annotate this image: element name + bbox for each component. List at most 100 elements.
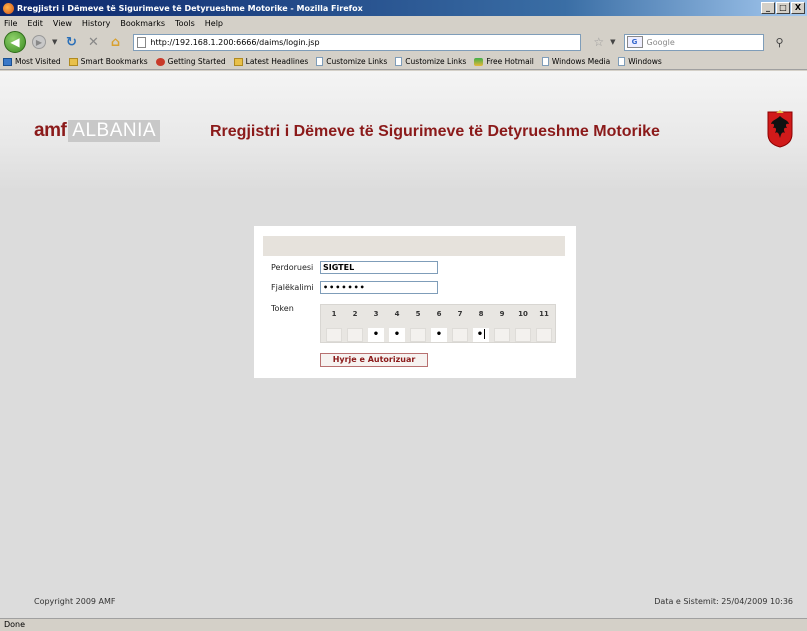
back-icon[interactable]: ◀ — [4, 31, 26, 53]
bookmark-customize-links-1[interactable]: Customize Links — [316, 57, 387, 66]
token-cell-3[interactable]: • — [368, 328, 384, 342]
page-title: Rregjistri i Dëmeve të Sigurimeve të Det… — [210, 123, 660, 140]
bookmark-label: Most Visited — [15, 57, 61, 66]
token-grid: 1 2 3 4 5 6 7 8 9 10 11 • • • • — [320, 304, 556, 343]
bookmark-windows[interactable]: Windows — [618, 57, 662, 66]
text-cursor — [484, 329, 486, 339]
bookmark-most-visited[interactable]: Most Visited — [3, 57, 61, 66]
close-button[interactable]: X — [791, 2, 805, 14]
token-cell-11[interactable] — [536, 328, 552, 342]
folder-icon — [68, 57, 78, 66]
token-cell-10[interactable] — [515, 328, 531, 342]
page-icon — [618, 57, 626, 66]
token-cell-1[interactable] — [326, 328, 342, 342]
password-label: Fjalëkalimi — [271, 283, 314, 292]
search-input[interactable]: G Google — [623, 33, 764, 51]
token-cell-5[interactable] — [410, 328, 426, 342]
home-icon[interactable]: ⌂ — [107, 35, 123, 50]
username-label: Perdoruesi — [271, 263, 314, 272]
username-input[interactable] — [320, 261, 438, 274]
bookmarks-toolbar: Most Visited Smart Bookmarks Getting Sta… — [0, 54, 807, 70]
password-input[interactable] — [320, 281, 438, 294]
token-position-label: 9 — [499, 310, 505, 318]
page-icon — [316, 57, 324, 66]
logo-amf: amf — [34, 120, 67, 141]
token-position-label: 10 — [518, 310, 528, 318]
window-title: Rregjistri i Dëmeve të Sigurimeve të Det… — [17, 3, 363, 13]
login-form: Perdoruesi Fjalëkalimi Token 1 2 3 4 5 6… — [254, 226, 576, 378]
authorized-login-button[interactable]: Hyrje e Autorizuar — [320, 353, 428, 367]
token-cell-4[interactable]: • — [389, 328, 405, 342]
status-bar: Done — [0, 618, 807, 631]
bookmark-label: Getting Started — [167, 57, 226, 66]
menu-tools[interactable]: Tools — [175, 19, 195, 28]
bookmark-free-hotmail[interactable]: Free Hotmail — [474, 57, 534, 66]
bookmark-label: Windows — [628, 57, 662, 66]
bookmark-label: Customize Links — [405, 57, 467, 66]
menu-view[interactable]: View — [53, 19, 72, 28]
token-cell-9[interactable] — [494, 328, 510, 342]
logo-albania: ALBANIA — [68, 120, 161, 142]
forward-icon[interactable]: ▶ — [32, 35, 46, 49]
bookmark-windows-media[interactable]: Windows Media — [541, 57, 611, 66]
bookmark-smart-bookmarks[interactable]: Smart Bookmarks — [68, 57, 148, 66]
msn-icon — [474, 57, 484, 66]
page-header: amf ALBANIA Rregjistri i Dëmeve të Sigur… — [0, 71, 807, 191]
token-position-label: 2 — [352, 310, 358, 318]
token-position-label: 4 — [394, 310, 400, 318]
navigation-toolbar: ◀ ▶ ▼ ↻ ✕ ⌂ http://192.168.1.200:6666/da… — [0, 30, 807, 54]
token-position-label: 6 — [436, 310, 442, 318]
bookmark-label: Customize Links — [326, 57, 388, 66]
albania-emblem-icon — [767, 110, 793, 148]
token-cell-7[interactable] — [452, 328, 468, 342]
url-dropdown-icon[interactable]: ▼ — [610, 38, 615, 46]
token-position-label: 1 — [331, 310, 337, 318]
login-form-header — [263, 236, 565, 256]
most-visited-icon — [3, 57, 12, 66]
menu-edit[interactable]: Edit — [27, 19, 43, 28]
firefox-icon — [3, 2, 14, 14]
stop-icon[interactable]: ✕ — [85, 35, 101, 50]
bookmark-getting-started[interactable]: Getting Started — [155, 57, 226, 66]
search-icon[interactable]: ⚲ — [776, 36, 784, 49]
menu-bookmarks[interactable]: Bookmarks — [120, 19, 165, 28]
bookmark-star-icon[interactable]: ☆ — [593, 35, 604, 49]
bookmark-label: Free Hotmail — [486, 57, 534, 66]
history-dropdown-icon[interactable]: ▼ — [52, 38, 57, 46]
minimize-button[interactable]: _ — [761, 2, 775, 14]
token-cell-6[interactable]: • — [431, 328, 447, 342]
window-controls: _ □ X — [761, 2, 805, 14]
menu-help[interactable]: Help — [205, 19, 223, 28]
token-position-label: 3 — [373, 310, 379, 318]
token-position-label: 8 — [478, 310, 484, 318]
bookmark-customize-links-2[interactable]: Customize Links — [395, 57, 466, 66]
page-viewport: amf ALBANIA Rregjistri i Dëmeve të Sigur… — [0, 71, 807, 618]
page-icon — [541, 57, 549, 66]
token-cell-8[interactable]: • — [473, 328, 489, 342]
bookmark-label: Windows Media — [551, 57, 611, 66]
firefox-icon — [155, 57, 165, 66]
token-cell-2[interactable] — [347, 328, 363, 342]
menu-file[interactable]: File — [4, 19, 17, 28]
rss-folder-icon — [233, 57, 243, 66]
window-titlebar: Rregjistri i Dëmeve të Sigurimeve të Det… — [0, 0, 807, 16]
maximize-button[interactable]: □ — [776, 2, 790, 14]
token-position-label: 11 — [539, 310, 549, 318]
amf-albania-logo: amf ALBANIA — [34, 120, 161, 142]
token-position-label: 5 — [415, 310, 421, 318]
reload-icon[interactable]: ↻ — [63, 35, 79, 50]
copyright-text: Copyright 2009 AMF — [34, 597, 116, 606]
system-date: Data e Sistemit: 25/04/2009 10:36 — [654, 597, 793, 606]
bookmark-label: Latest Headlines — [245, 57, 309, 66]
url-bar[interactable]: http://192.168.1.200:6666/daims/login.js… — [133, 33, 582, 51]
token-label: Token — [271, 304, 294, 313]
bookmark-label: Smart Bookmarks — [80, 57, 148, 66]
bookmark-latest-headlines[interactable]: Latest Headlines — [233, 57, 309, 66]
page-icon — [395, 57, 403, 66]
google-icon[interactable]: G — [626, 36, 643, 48]
page-icon — [137, 36, 147, 48]
url-text: http://192.168.1.200:6666/daims/login.js… — [150, 37, 320, 47]
token-cell-8-value: • — [476, 329, 484, 340]
menu-history[interactable]: History — [82, 19, 110, 28]
search-placeholder: Google — [646, 37, 675, 47]
